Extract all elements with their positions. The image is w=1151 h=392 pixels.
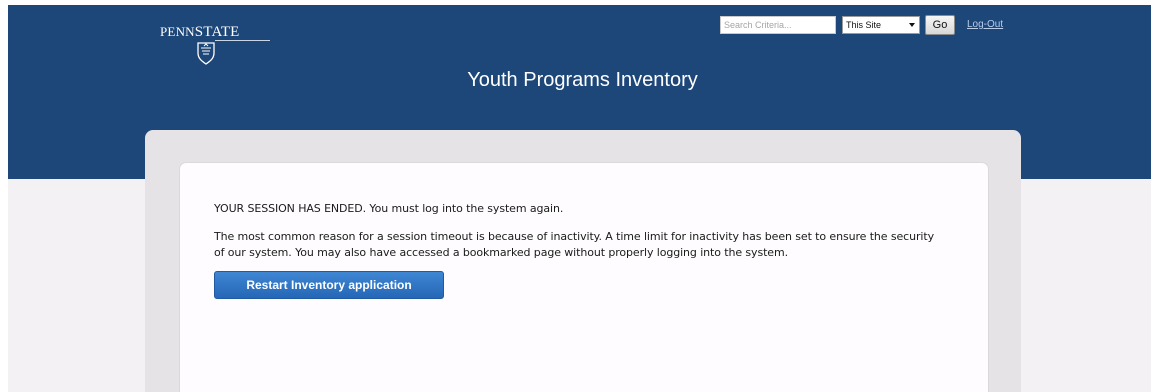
logo-wordmark: PENNSTATE xyxy=(160,24,240,41)
page-title: Youth Programs Inventory xyxy=(467,69,698,91)
logo-wordmark-prefix: PENN xyxy=(160,24,195,39)
logo-wordmark-suffix: STATE xyxy=(194,24,240,40)
left-margin xyxy=(0,0,8,392)
logo-rule xyxy=(215,40,270,41)
session-ended-message: YOUR SESSION HAS ENDED. You must log int… xyxy=(214,202,564,215)
penn-state-shield-icon xyxy=(197,42,215,65)
session-timeout-explanation: The most common reason for a session tim… xyxy=(214,230,934,259)
go-button[interactable]: Go xyxy=(925,15,955,35)
search-scope-value: This Site xyxy=(846,20,882,30)
penn-state-logo[interactable]: PENNSTATE xyxy=(160,24,280,74)
search-scope-select[interactable]: This Site xyxy=(842,16,920,34)
search-input[interactable] xyxy=(720,16,836,34)
restart-application-button[interactable]: Restart Inventory application xyxy=(214,271,444,299)
dropdown-arrow-icon xyxy=(909,23,915,27)
logout-link[interactable]: Log-Out xyxy=(967,19,1003,30)
